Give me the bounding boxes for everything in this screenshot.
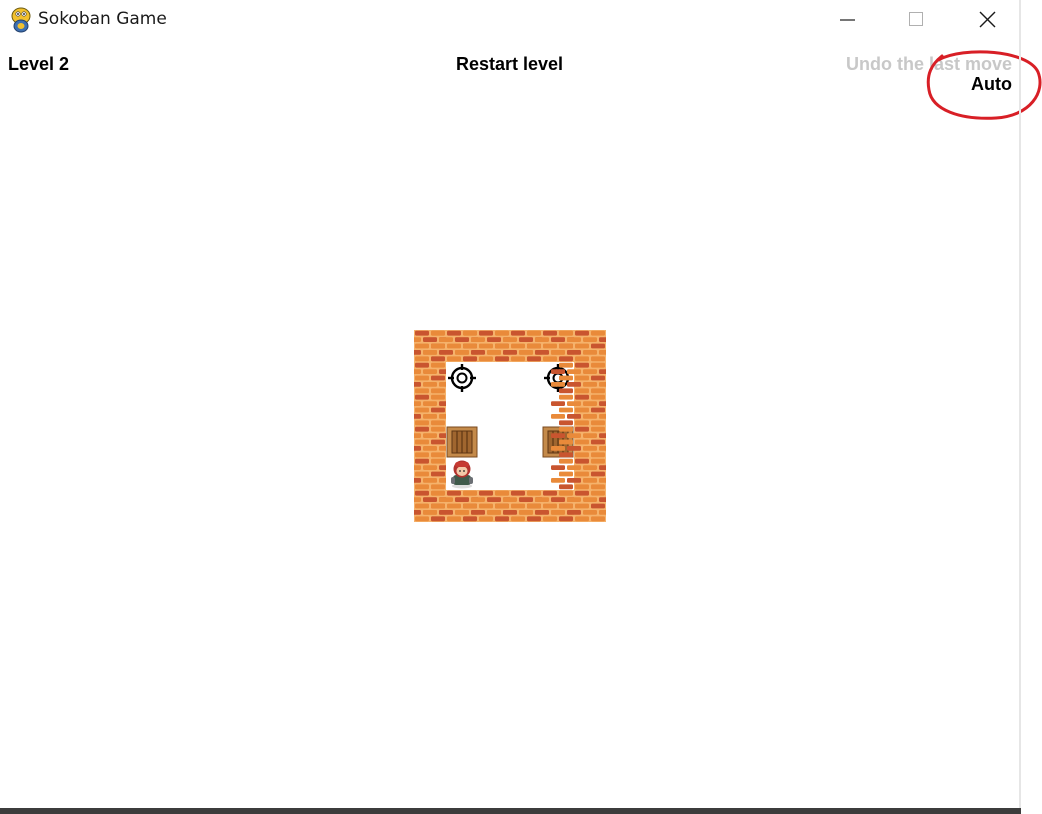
floor-tile — [446, 394, 478, 426]
title-bar[interactable]: Sokoban Game — [0, 0, 1021, 40]
floor-tile — [510, 426, 542, 458]
floor-tile — [510, 362, 542, 394]
wall-tile — [551, 330, 606, 362]
floor-tile — [478, 458, 510, 490]
game-board — [414, 330, 606, 522]
floor-tile — [510, 458, 542, 490]
window-title: Sokoban Game — [38, 9, 167, 29]
floor-tile — [478, 362, 510, 394]
python-snake-icon — [11, 7, 31, 33]
box-tile — [446, 426, 478, 458]
maximize-icon — [909, 12, 923, 26]
minimize-icon — [840, 19, 855, 21]
player-tile — [446, 458, 478, 490]
maximize-button[interactable] — [881, 0, 951, 40]
close-button[interactable] — [952, 0, 1022, 40]
window-edge-shadow — [1019, 0, 1021, 810]
game-window: Sokoban Game Level 2 Restart level Undo … — [0, 0, 1042, 810]
window-bottom-border — [0, 808, 1021, 814]
wall-tile — [551, 362, 606, 394]
floor-tile — [478, 426, 510, 458]
wall-tile — [551, 458, 606, 490]
wall-tile — [551, 394, 606, 426]
minimize-button[interactable] — [812, 0, 882, 40]
wall-tile — [551, 490, 606, 522]
level-indicator: Level 2 — [8, 54, 70, 74]
wall-tile — [551, 426, 606, 458]
red-circle-annotation — [926, 50, 1042, 120]
restart-level-button[interactable]: Restart level — [456, 54, 563, 75]
floor-tile — [510, 394, 542, 426]
close-icon — [979, 11, 996, 28]
target-tile — [446, 362, 478, 394]
floor-tile — [478, 394, 510, 426]
